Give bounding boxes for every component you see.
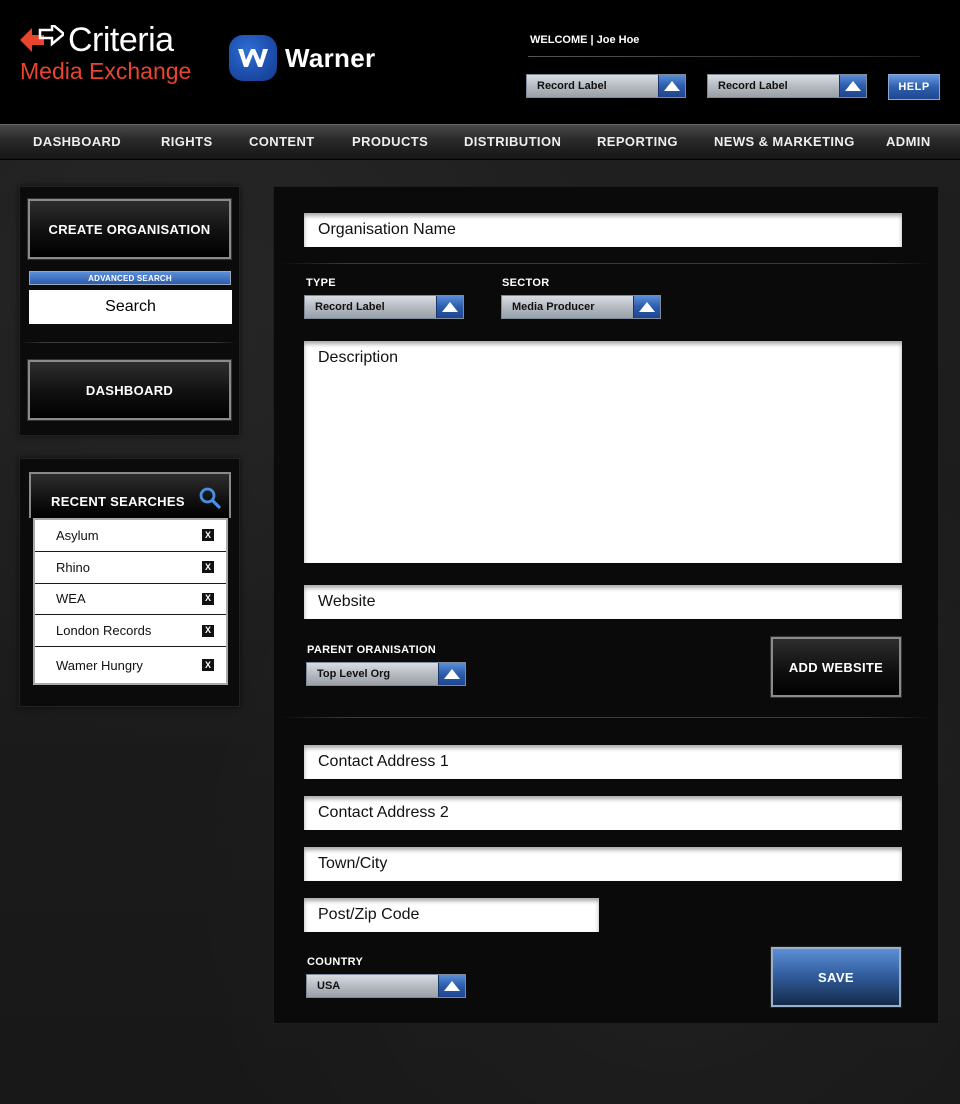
post-zip-code-field[interactable]: Post/Zip Code [304, 898, 599, 932]
contact-address-1-field[interactable]: Contact Address 1 [304, 745, 902, 779]
partner-name: Warner [285, 42, 376, 73]
criteria-logo[interactable]: Criteria Media Exchange [20, 22, 191, 84]
recent-searches-list: Asylum X Rhino X WEA X London Records X … [33, 518, 228, 686]
close-icon[interactable]: X [202, 529, 214, 542]
sidebar-divider [22, 342, 237, 343]
advanced-search-button[interactable]: ADVANCED SEARCH [29, 271, 231, 285]
nav-dashboard[interactable]: DASHBOARD [33, 125, 121, 161]
recent-item-label: WEA [56, 591, 86, 607]
form-divider [280, 263, 932, 264]
welcome-text: WELCOME | Joe Hoe [530, 34, 640, 46]
nav-rights[interactable]: RIGHTS [161, 125, 213, 161]
country-select[interactable]: USA [306, 974, 466, 998]
main-nav: DASHBOARD RIGHTS CONTENT PRODUCTS DISTRI… [0, 124, 960, 160]
website-field[interactable]: Website [304, 585, 902, 619]
contact-address-2-field[interactable]: Contact Address 2 [304, 796, 902, 830]
list-item[interactable]: London Records X [35, 615, 226, 648]
parent-organisation-value: Top Level Org [317, 668, 391, 680]
dropdown-arrow-icon[interactable] [658, 75, 685, 97]
nav-reporting[interactable]: REPORTING [597, 125, 678, 161]
recent-searches-header: RECENT SEARCHES [29, 472, 231, 518]
recent-searches-title: RECENT SEARCHES [51, 494, 185, 509]
sector-label: SECTOR [502, 277, 550, 289]
nav-admin[interactable]: ADMIN [886, 125, 931, 161]
list-item[interactable]: Wamer Hungry X [35, 647, 226, 683]
parent-organisation-label: PARENT ORANISATION [307, 644, 437, 656]
organisation-name-field[interactable]: Organisation Name [304, 213, 902, 247]
close-icon[interactable]: X [202, 624, 214, 637]
parent-organisation-select[interactable]: Top Level Org [306, 662, 466, 686]
nav-products[interactable]: PRODUCTS [352, 125, 428, 161]
create-organisation-button[interactable]: CREATE ORGANISATION [27, 198, 232, 260]
type-label: TYPE [306, 277, 336, 289]
exchange-arrows-icon [20, 25, 64, 52]
type-select-value: Record Label [315, 301, 385, 313]
save-button[interactable]: SAVE [770, 946, 902, 1008]
welcome-divider [528, 56, 920, 57]
dropdown-arrow-icon[interactable] [839, 75, 866, 97]
country-select-value: USA [317, 980, 341, 992]
dropdown-arrow-icon[interactable] [436, 296, 463, 318]
nav-news-marketing[interactable]: NEWS & MARKETING [714, 125, 855, 161]
search-icon[interactable] [199, 487, 221, 509]
brand-name: Criteria [68, 21, 174, 59]
brand-subtitle: Media Exchange [20, 58, 192, 84]
warner-shield-icon [229, 35, 277, 81]
header-select-2-value: Record Label [718, 80, 788, 92]
close-icon[interactable]: X [202, 561, 214, 574]
header-select-1[interactable]: Record Label [526, 74, 686, 98]
sector-select-value: Media Producer [512, 301, 595, 313]
warner-logo: Warner [229, 35, 375, 81]
list-item[interactable]: Asylum X [35, 520, 226, 552]
close-icon[interactable]: X [202, 659, 214, 672]
recent-item-label: London Records [56, 623, 152, 639]
town-city-field[interactable]: Town/City [304, 847, 902, 881]
form-divider [280, 717, 932, 718]
help-button[interactable]: HELP [888, 74, 940, 100]
dropdown-arrow-icon[interactable] [633, 296, 660, 318]
dropdown-arrow-icon[interactable] [438, 663, 465, 685]
dashboard-button[interactable]: DASHBOARD [27, 359, 232, 421]
search-input[interactable]: Search [29, 290, 232, 324]
recent-item-label: Rhino [56, 559, 90, 575]
header-select-2[interactable]: Record Label [707, 74, 867, 98]
app-header: Criteria Media Exchange Warner WELCOME |… [0, 0, 960, 124]
type-select[interactable]: Record Label [304, 295, 464, 319]
list-item[interactable]: Rhino X [35, 552, 226, 584]
add-website-button[interactable]: ADD WEBSITE [770, 636, 902, 698]
recent-item-label: Asylum [56, 527, 99, 543]
description-field[interactable]: Description [304, 341, 902, 563]
nav-distribution[interactable]: DISTRIBUTION [464, 125, 561, 161]
recent-item-label: Wamer Hungry [56, 657, 143, 673]
close-icon[interactable]: X [202, 592, 214, 605]
nav-content[interactable]: CONTENT [249, 125, 315, 161]
header-select-1-value: Record Label [537, 80, 607, 92]
sector-select[interactable]: Media Producer [501, 295, 661, 319]
list-item[interactable]: WEA X [35, 584, 226, 616]
dropdown-arrow-icon[interactable] [438, 975, 465, 997]
country-label: COUNTRY [307, 956, 364, 968]
